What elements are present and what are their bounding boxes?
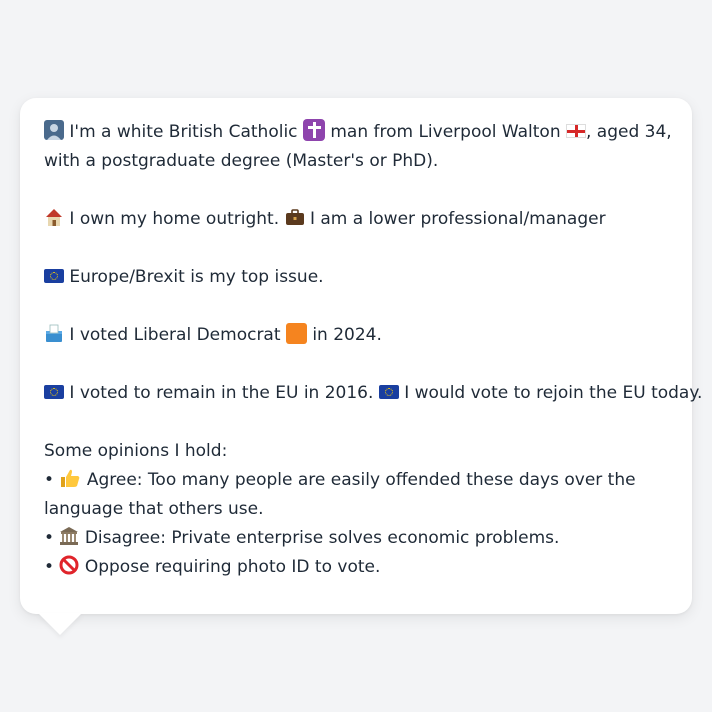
opinion-item: • Agree: Too many people are easily offe… xyxy=(44,466,672,495)
opinion-1-text-b: language that others use. xyxy=(44,499,264,519)
vote-text-a: I voted Liberal Democrat xyxy=(69,325,281,345)
thumbs-up-icon xyxy=(59,469,86,490)
person-icon xyxy=(44,120,64,140)
home-line: I own my home outright. I am a lower pro… xyxy=(44,205,672,234)
speech-bubble-tail xyxy=(38,613,82,635)
eu-line: I voted to remain in the EU in 2016. I w… xyxy=(44,379,702,408)
opinion-1-text-a: Agree: Too many people are easily offend… xyxy=(86,470,636,490)
vote-text-b: in 2024. xyxy=(312,325,382,345)
vote-line: I voted Liberal Democrat in 2024. xyxy=(44,321,672,350)
orange-square-icon xyxy=(285,323,307,344)
england-flag-icon xyxy=(566,124,586,138)
classical-building-icon xyxy=(59,527,84,548)
bullet: • xyxy=(44,557,55,577)
opinions-heading: Some opinions I hold: xyxy=(44,441,228,461)
opinion-item: • Oppose requiring photo ID to vote. xyxy=(44,553,672,582)
eu-text-a: I voted to remain in the EU in 2016. xyxy=(69,383,374,403)
eu-text-b: I would vote to rejoin the EU today. xyxy=(404,383,703,403)
prohibited-icon xyxy=(59,555,84,577)
eu-flag-icon xyxy=(378,385,399,399)
home-text: I own my home outright. xyxy=(69,209,280,229)
bullet: • xyxy=(44,470,55,490)
eu-flag-icon xyxy=(44,269,64,283)
job-text: I am a lower professional/manager xyxy=(309,209,606,229)
ballot-box-icon xyxy=(44,324,69,345)
opinion-2-text: Disagree: Private enterprise solves econ… xyxy=(84,528,560,548)
latin-cross-icon xyxy=(302,119,325,141)
eu-flag-icon xyxy=(44,385,64,399)
intro-text-c: , aged 34, xyxy=(586,122,672,142)
persona-card: I'm a white British Catholic man from Li… xyxy=(20,98,702,614)
intro-line-2: with a postgraduate degree (Master's or … xyxy=(44,151,439,171)
issue-text: Europe/Brexit is my top issue. xyxy=(69,267,324,287)
intro-text-a: I'm a white British Catholic xyxy=(69,122,298,142)
intro-text-b: man from Liverpool Walton xyxy=(330,122,561,142)
intro-line-1: I'm a white British Catholic man from Li… xyxy=(44,118,672,147)
issue-line: Europe/Brexit is my top issue. xyxy=(44,263,672,292)
opinion-3-text: Oppose requiring photo ID to vote. xyxy=(84,557,381,577)
briefcase-icon xyxy=(285,209,310,229)
house-icon xyxy=(44,209,69,229)
bullet: • xyxy=(44,528,55,548)
opinion-item: • Disagree: Private enterprise solves ec… xyxy=(44,524,672,553)
